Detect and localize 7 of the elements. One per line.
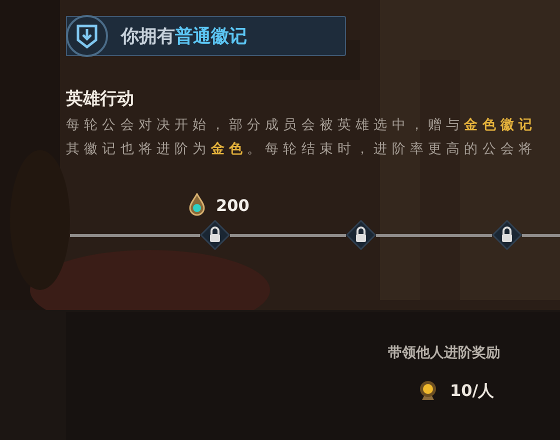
reward-amount: 10/人 [450,380,494,402]
cost-value: 200 [216,196,250,214]
status-text: 你拥有普通徽记 [121,25,247,48]
description-line: 其徽记也将进阶为金色。每轮结束时，进阶率更高的公会将 [66,140,538,158]
description-line: 每轮公会对决开始，部分成员会被英雄选中，赠与金色徽记 [66,116,538,134]
section-title: 英雄行动 [66,88,135,110]
reward-title: 带领他人进阶奖励 [388,344,500,362]
